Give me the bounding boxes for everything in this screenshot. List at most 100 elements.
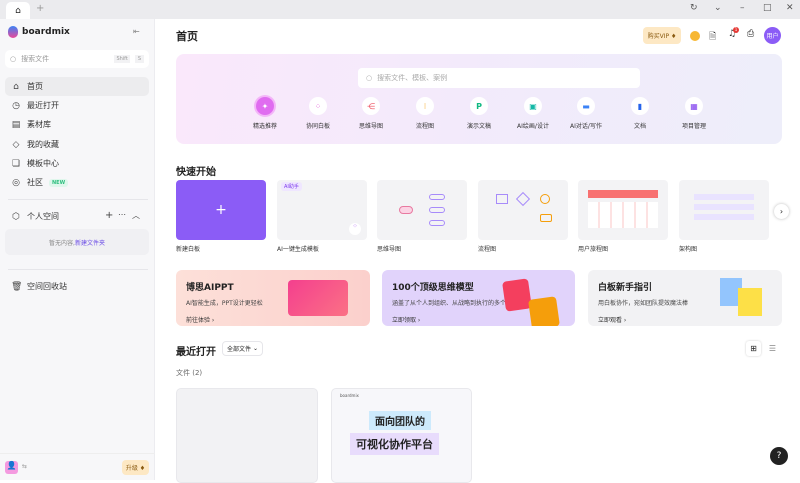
sidebar-item-assets[interactable]: ▤ 素材库 [5, 115, 149, 134]
category-docs[interactable]: ▮ 文档 [613, 97, 667, 130]
category-flowchart[interactable]: ⁝ 流程图 [398, 97, 452, 130]
sidebar-item-community[interactable]: ◎ 社区 NEW [5, 173, 149, 192]
category-project[interactable]: ▦ 项目管理 [667, 97, 721, 130]
search-input[interactable]: ○ 搜索文件 Shift S [5, 50, 149, 68]
banner-title: 100个顶级思维模型 [392, 283, 474, 293]
sparkle-icon: ✦ [256, 97, 274, 115]
sidebar-item-favorites[interactable]: ◇ 我的收藏 [5, 135, 149, 154]
more-icon[interactable]: ⋯ [118, 210, 126, 219]
thumb-title-1: 面向团队的 [369, 411, 431, 430]
home-icon: ⌂ [13, 81, 19, 92]
document-edit-icon[interactable]: 🗎 [709, 29, 716, 45]
avatar[interactable]: 用户 [764, 27, 781, 44]
card-label: 新建白板 [176, 246, 201, 253]
cube-icon: ⬡ [12, 211, 20, 222]
card-label: 架构图 [679, 246, 698, 253]
card-label: 流程图 [478, 246, 497, 253]
architecture-card[interactable] [679, 180, 769, 240]
minimize-icon[interactable]: – [740, 3, 745, 13]
user-journey-card[interactable] [578, 180, 668, 240]
buy-vip-button[interactable]: 购买VIP ♦ [643, 27, 681, 44]
mindmap-thumb [399, 206, 413, 214]
banner-link[interactable]: 立即观看 › [598, 315, 772, 324]
sidebar-item-templates[interactable]: ❏ 模板中心 [5, 154, 149, 173]
category-featured[interactable]: ✦ 精选推荐 [238, 97, 292, 130]
personal-space-header[interactable]: ⬡ 个人空间 [5, 207, 149, 226]
presentation-icon: P [470, 97, 488, 115]
tag-icon: ◇ [12, 139, 20, 150]
maximize-icon[interactable]: □ [763, 3, 772, 13]
notification-badge: 1 [733, 27, 739, 33]
category-ai-chat[interactable]: ▬ AI对话/写作 [559, 97, 613, 130]
new-folder-link[interactable]: 新建文件夹 [75, 238, 105, 247]
whiteboard-icon: ⁘ [309, 97, 327, 115]
ai-image-icon: ▣ [524, 97, 542, 115]
category-mindmap[interactable]: ⋲ 思维导图 [344, 97, 398, 130]
banner-thinking-models[interactable]: 100个顶级思维模型 涵盖了从个人到组织、从战略到执行的多个领域 立即领取 › [382, 270, 575, 326]
new-whiteboard-card[interactable]: + [176, 180, 266, 240]
chevron-right-button[interactable]: › [774, 204, 789, 219]
banner-aippt[interactable]: 博思AIPPT AI智能生成，PPT设计更轻松 前往体验 › [176, 270, 370, 326]
upgrade-button[interactable]: 升级 ♦ [122, 460, 149, 475]
switch-icon[interactable]: ⇆ [22, 463, 27, 470]
list-view-button[interactable]: ☰ [765, 341, 780, 356]
global-search-input[interactable]: ○ 搜索文件、模板、案例 [358, 68, 640, 88]
help-button[interactable]: ? [770, 447, 788, 465]
sidebar-item-home[interactable]: ⌂ 首页 [5, 77, 149, 96]
label: 最近打开 [27, 101, 59, 110]
library-icon: ▤ [11, 119, 21, 130]
label: 社区 [27, 178, 43, 187]
divider [8, 269, 148, 270]
flowchart-icon: ⁝ [416, 97, 434, 115]
thumb-brand: boardmix [340, 393, 359, 398]
coin-icon[interactable] [690, 31, 700, 41]
close-icon[interactable]: ✕ [786, 3, 794, 13]
plus-icon: + [215, 202, 227, 218]
boardmix-logo-icon [8, 26, 18, 38]
chevron-down-icon[interactable]: ⌄ [714, 3, 722, 13]
new-tab-button[interactable]: + [36, 3, 44, 14]
label: 模板中心 [27, 159, 59, 168]
chevron-up-icon[interactable]: ︿ [132, 210, 140, 221]
folder-illustration [502, 278, 532, 312]
sidebar-item-recent[interactable]: ◷ 最近打开 [5, 96, 149, 115]
category-presentation[interactable]: P 演示文稿 [452, 97, 506, 130]
add-icon[interactable]: + [105, 210, 113, 221]
flowchart-thumb [496, 194, 508, 204]
doc-icon: ▮ [631, 97, 649, 115]
kanban-icon: ▦ [685, 97, 703, 115]
file-card[interactable]: boardmix 面向团队的 可视化协作平台 [331, 388, 472, 483]
files-count: 文件 (2) [176, 369, 203, 377]
hero-panel: ○ 搜索文件、模板、案例 ✦ 精选推荐 ⁘ 协同白板 ⋲ 思维导图 ⁝ 流程图 P 演示文稿… [176, 54, 782, 144]
divider [8, 199, 148, 200]
search-icon: ○ [10, 55, 17, 63]
label: 思维导图 [358, 123, 383, 130]
collapse-sidebar-icon[interactable]: ⇤ [133, 27, 140, 36]
template-icon: ❏ [11, 158, 21, 169]
file-filter-dropdown[interactable]: 全部文件 ⌄ [222, 341, 264, 356]
mindmap-icon: ⋲ [362, 97, 380, 115]
recent-title: 最近打开 [176, 347, 216, 358]
home-tab[interactable]: ⌂ [6, 2, 30, 19]
card-label: 用户旅程图 [578, 246, 609, 253]
flowchart-card[interactable] [478, 180, 568, 240]
ai-template-card[interactable]: AI助手 ⁘ [277, 180, 367, 240]
search-icon: ○ [366, 74, 373, 82]
category-whiteboard[interactable]: ⁘ 协同白板 [291, 97, 345, 130]
file-card[interactable] [176, 388, 318, 483]
user-avatar[interactable]: 👤 [5, 461, 18, 474]
label: 协同白板 [305, 123, 330, 130]
refresh-icon[interactable]: ↻ [690, 3, 698, 13]
category-ai-design[interactable]: ▣ AI绘画/设计 [506, 97, 560, 130]
banner-guide[interactable]: 白板新手指引 用白板协作，宛如团队提效魔法棒 立即观看 › [588, 270, 782, 326]
sidebar-item-trash[interactable]: 🗑 空间回收站 [5, 277, 149, 296]
card-label: AI一键生成模板 [277, 246, 319, 253]
grid-view-button[interactable]: ⊞ [746, 341, 761, 356]
architecture-thumb [694, 194, 754, 224]
logo: boardmix [8, 26, 70, 38]
label: 首页 [27, 82, 43, 91]
tab-bar: ⌂ + ↻ ⌄ – □ ✕ [0, 0, 800, 19]
inbox-icon[interactable]: ⎙ [747, 29, 754, 39]
mindmap-card[interactable] [377, 180, 467, 240]
banner-link[interactable]: 前往体验 › [186, 315, 360, 324]
